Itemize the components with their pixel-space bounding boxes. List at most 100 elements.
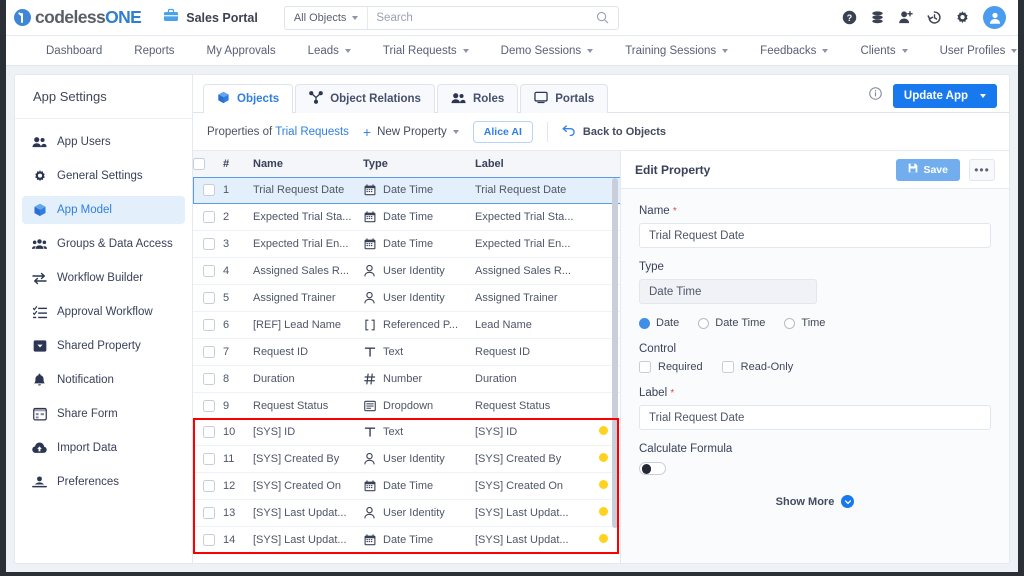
search-bar: All Objects <box>283 5 619 30</box>
sidebar-item-app-model[interactable]: App Model <box>22 196 185 224</box>
label-input[interactable]: Trial Request Date <box>639 405 991 430</box>
row-type-label: User Identity <box>383 265 445 278</box>
checkbox-read-only[interactable]: Read-Only <box>721 361 793 373</box>
table-row[interactable]: 2 Expected Trial Sta... Date Time Expected … <box>193 203 620 232</box>
add-user-icon[interactable] <box>898 10 914 25</box>
row-checkbox[interactable] <box>203 426 215 439</box>
nav-item-clients[interactable]: Clients <box>844 36 923 65</box>
col-header-name[interactable]: Name <box>253 151 363 178</box>
table-row[interactable]: 1 Trial Request Date Date Time Trial Reques… <box>193 177 620 205</box>
row-checkbox[interactable] <box>203 345 215 358</box>
radio-date-time[interactable]: Date Time <box>698 317 765 329</box>
calculate-formula-toggle[interactable] <box>639 462 666 475</box>
sidebar-item-app-users[interactable]: App Users <box>22 128 185 156</box>
update-app-button[interactable]: Update App <box>892 84 997 108</box>
sidebar-item-preferences[interactable]: Preferences <box>22 468 185 496</box>
portal-selector[interactable]: Sales Portal <box>163 8 258 27</box>
sidebar-item-share-form[interactable]: Share Form <box>22 400 185 428</box>
table-row[interactable]: 9 Request Status Dropdown Request Status <box>193 392 620 420</box>
row-checkbox[interactable] <box>203 480 215 493</box>
row-checkbox[interactable] <box>203 372 215 385</box>
show-more-button[interactable]: Show More <box>639 495 991 508</box>
radio-time[interactable]: Time <box>784 317 825 329</box>
table-row[interactable]: 4 Assigned Sales R... User Identity Assigne… <box>193 257 620 286</box>
sidebar-item-groups-data-access[interactable]: Groups & Data Access <box>22 230 185 258</box>
sidebar-item-approval-workflow[interactable]: Approval Workflow <box>22 298 185 326</box>
row-checkbox[interactable] <box>203 399 215 412</box>
alice-ai-button[interactable]: Alice AI <box>472 120 533 143</box>
row-checkbox[interactable] <box>203 292 215 304</box>
nav-item-feedbacks[interactable]: Feedbacks <box>744 36 844 65</box>
row-checkbox[interactable] <box>203 507 215 520</box>
sidebar-item-general-settings[interactable]: General Settings <box>22 162 185 190</box>
table-row[interactable]: 13 [SYS] Last Updat... User Identity [SYS] … <box>193 499 620 528</box>
row-checkbox[interactable] <box>203 211 215 224</box>
required-asterisk: * <box>672 206 677 217</box>
table-row[interactable]: 7 Request ID Text Request ID <box>193 338 620 366</box>
table-row[interactable]: 8 Duration Number Duration <box>193 365 620 393</box>
more-options-button[interactable]: ••• <box>969 158 995 181</box>
table-scrollbar[interactable] <box>612 178 618 528</box>
col-header-label[interactable]: Label <box>475 151 585 178</box>
checkbox-required[interactable]: Required <box>639 361 703 373</box>
row-checkbox[interactable] <box>203 265 215 278</box>
radio-date[interactable]: Date <box>639 317 679 329</box>
history-icon[interactable] <box>927 10 942 25</box>
chevron-down-icon <box>587 48 594 53</box>
new-property-button[interactable]: + New Property <box>363 125 459 139</box>
checkbox-label: Required <box>658 361 703 373</box>
sidebar-item-import-data[interactable]: Import Data <box>22 434 185 462</box>
name-label-text: Name <box>639 205 670 217</box>
properties-table-pane: # Name Type Label 1 Trial Request Date Dat… <box>193 151 621 563</box>
row-number: 11 <box>223 445 253 474</box>
search-scope-label: All Objects <box>293 11 347 24</box>
row-checkbox[interactable] <box>203 453 215 466</box>
tab-portals[interactable]: Portals <box>520 84 609 113</box>
table-row[interactable]: 14 [SYS] Last Updat... Date Time [SYS] Last… <box>193 526 620 554</box>
object-name-link[interactable]: Trial Requests <box>275 126 349 138</box>
search-icon[interactable] <box>596 11 618 24</box>
avatar[interactable] <box>983 6 1006 29</box>
table-row[interactable]: 10 [SYS] ID Text [SYS] ID <box>193 419 620 447</box>
nav-item-trial-requests[interactable]: Trial Requests <box>367 36 485 65</box>
app-logo[interactable]: codelessONE <box>14 7 142 28</box>
select-all-checkbox[interactable] <box>193 157 205 170</box>
tab-object-relations[interactable]: Object Relations <box>295 84 435 113</box>
gear-icon[interactable] <box>955 10 970 25</box>
back-to-objects-button[interactable]: Back to Objects <box>562 124 666 139</box>
row-checkbox[interactable] <box>203 534 215 547</box>
save-button[interactable]: Save <box>896 158 960 181</box>
sidebar-item-workflow-builder[interactable]: Workflow Builder <box>22 264 185 292</box>
nav-item-leads[interactable]: Leads <box>292 36 367 65</box>
info-icon[interactable] <box>869 87 882 105</box>
table-row[interactable]: 3 Expected Trial En... Date Time Expected T… <box>193 230 620 259</box>
table-row[interactable]: 6 [REF] Lead Name Referenced P... Lead Name <box>193 311 620 339</box>
row-checkbox[interactable] <box>203 184 215 197</box>
sidebar-item-notification[interactable]: Notification <box>22 366 185 394</box>
nav-item-training-sessions[interactable]: Training Sessions <box>609 36 744 65</box>
row-name: [SYS] Last Updat... <box>253 526 363 554</box>
nav-label: Dashboard <box>46 44 103 57</box>
row-checkbox[interactable] <box>203 318 215 331</box>
tab-roles[interactable]: Roles <box>436 84 519 113</box>
name-input[interactable]: Trial Request Date <box>639 223 991 248</box>
nav-item-my-approvals[interactable]: My Approvals <box>191 36 292 65</box>
table-row[interactable]: 5 Assigned Trainer User Identity Assigned T… <box>193 284 620 312</box>
table-row[interactable]: 12 [SYS] Created On Date Time [SYS] Created… <box>193 472 620 501</box>
sidebar-item-shared-property[interactable]: Shared Property <box>22 332 185 360</box>
search-scope-dropdown[interactable]: All Objects <box>285 6 369 29</box>
col-header-type[interactable]: Type <box>363 151 475 178</box>
tab-objects[interactable]: Objects <box>203 84 294 113</box>
col-header-num[interactable]: # <box>223 151 253 178</box>
table-row[interactable]: 11 [SYS] Created By User Identity [SYS] Cre… <box>193 445 620 474</box>
search-input[interactable] <box>368 11 596 24</box>
database-icon[interactable] <box>870 10 885 25</box>
nav-item-reports[interactable]: Reports <box>118 36 190 65</box>
row-name: [SYS] Created By <box>253 445 363 474</box>
nav-item-user-profiles[interactable]: User Profiles <box>924 36 1024 65</box>
row-checkbox[interactable] <box>203 238 215 251</box>
type-value: Date Time <box>639 279 817 304</box>
help-icon[interactable]: ? <box>842 10 857 25</box>
nav-item-demo-sessions[interactable]: Demo Sessions <box>485 36 610 65</box>
nav-item-dashboard[interactable]: Dashboard <box>30 36 118 65</box>
